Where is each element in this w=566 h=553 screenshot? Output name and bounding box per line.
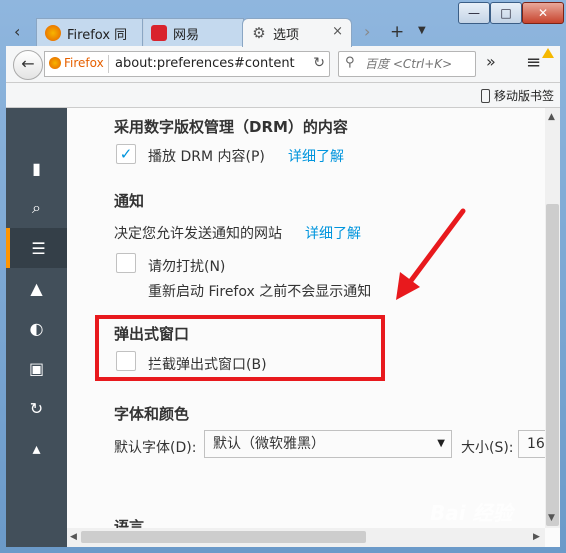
- tab-options[interactable]: ⚙ 选项 ×: [242, 18, 352, 47]
- annotation-arrow: [396, 208, 466, 300]
- gear-icon: ⚙: [252, 24, 266, 42]
- browser-window: — □ ✕ ‹ Firefox 同 网易 ⚙ 选项 × › + ▼ ← Fire…: [0, 0, 566, 553]
- close-tab-button[interactable]: ×: [332, 24, 343, 39]
- tab-label: 选项: [273, 27, 300, 43]
- watermark: Bai 经验: [430, 501, 513, 525]
